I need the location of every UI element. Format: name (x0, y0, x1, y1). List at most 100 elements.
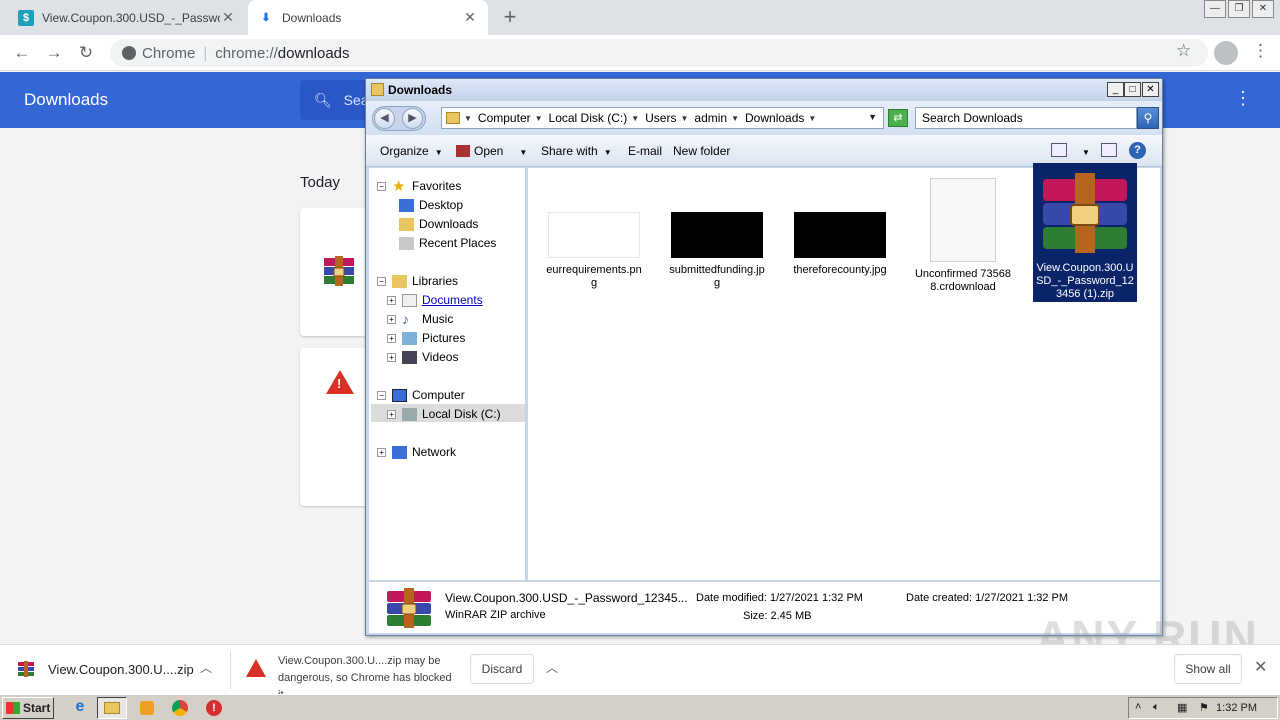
nav-favorites[interactable]: − ★ Favorites (377, 179, 461, 194)
close-button[interactable]: ✕ (1142, 82, 1159, 97)
chevron-down-icon[interactable]: ▼ (731, 114, 739, 123)
share-with-button[interactable]: Share with ▼ (541, 144, 612, 158)
close-icon[interactable]: ✕ (462, 9, 478, 26)
nav-computer[interactable]: − Computer (377, 388, 465, 402)
menu-icon[interactable]: ⋮ (1234, 88, 1252, 109)
nav-downloads[interactable]: Downloads (399, 217, 478, 231)
discard-button[interactable]: Discard (470, 654, 534, 684)
collapse-icon[interactable]: − (377, 181, 386, 191)
breadcrumb-item[interactable]: admin (694, 111, 727, 125)
history-dropdown-icon[interactable]: ▼ (868, 112, 877, 122)
maximize-button[interactable]: □ (1124, 82, 1141, 97)
tab-downloads[interactable]: ⬇ Downloads ✕ (248, 0, 488, 35)
file-item[interactable]: submittedfunding.jpg (665, 212, 769, 290)
flag-icon[interactable]: ⚑ (1199, 701, 1209, 714)
shelf-download-item[interactable]: View.Coupon.300.U....zip (18, 661, 194, 677)
nav-desktop[interactable]: Desktop (399, 198, 463, 212)
chevron-down-icon[interactable]: ▼ (464, 114, 472, 123)
address-bar[interactable]: Chrome | chrome:// downloads (110, 39, 1208, 67)
collapse-icon[interactable]: − (377, 390, 386, 400)
network-tray-icon[interactable]: ▦ (1177, 701, 1187, 714)
nav-local-disk[interactable]: + Local Disk (C:) (387, 407, 501, 421)
expand-icon[interactable]: + (387, 295, 396, 305)
chevron-down-icon[interactable]: ▼ (680, 114, 688, 123)
nav-libraries[interactable]: − Libraries (377, 274, 458, 288)
nav-recent-places[interactable]: Recent Places (399, 236, 496, 250)
nav-music[interactable]: + ♪ Music (387, 312, 453, 326)
chevron-down-icon[interactable]: ▼ (535, 114, 543, 123)
file-item[interactable]: Unconfirmed 735688.crdownload (911, 171, 1015, 294)
minimize-button[interactable]: — (1204, 0, 1226, 18)
chevron-up-icon[interactable]: ˄ (1135, 701, 1141, 713)
back-arrow-icon[interactable]: ◀ (374, 108, 395, 129)
expand-icon[interactable]: + (387, 314, 396, 324)
details-date-modified: Date modified: 1/27/2021 1:32 PM (696, 592, 863, 604)
expand-icon[interactable]: + (387, 352, 396, 362)
open-button[interactable]: Open ▼ (456, 144, 527, 158)
nav-label: Music (422, 312, 454, 326)
tab-coupon[interactable]: $ View.Coupon.300.USD_-_Password_ ✕ (8, 0, 246, 35)
winrar-icon (456, 145, 470, 157)
change-view-icon[interactable] (1051, 143, 1067, 157)
breadcrumb[interactable]: ▼ Computer ▼ Local Disk (C:) ▼ Users ▼ a… (441, 107, 884, 129)
organize-button[interactable]: Organize ▼ (380, 144, 443, 158)
explorer-taskbar-button[interactable] (97, 697, 127, 719)
nav-label: Libraries (412, 274, 459, 288)
nav-videos[interactable]: + Videos (387, 350, 458, 364)
star-icon[interactable]: ☆ (1176, 41, 1191, 61)
volume-icon[interactable]: 🔈︎ (1153, 701, 1160, 714)
breadcrumb-item[interactable]: Downloads (745, 111, 804, 125)
chevron-up-icon[interactable]: ︿ (546, 659, 558, 676)
nav-label: Local Disk (C:) (422, 407, 501, 421)
chevron-down-icon[interactable]: ▼ (1076, 144, 1090, 158)
media-player-icon[interactable] (137, 698, 157, 718)
forward-arrow-icon[interactable]: ▶ (402, 108, 423, 129)
search-icon[interactable]: ⚲ (1137, 107, 1159, 129)
minimize-button[interactable]: _ (1107, 82, 1124, 97)
file-item[interactable]: eurrequirements.png (542, 212, 646, 290)
back-arrow-icon[interactable]: ← (10, 41, 34, 65)
collapse-icon[interactable]: − (377, 276, 386, 286)
chevron-up-icon[interactable]: ︿ (200, 659, 212, 676)
expand-icon[interactable]: + (377, 447, 386, 457)
chevron-down-icon[interactable]: ▼ (631, 114, 639, 123)
reload-icon[interactable]: ↻ (74, 41, 98, 65)
nav-documents[interactable]: + Documents (387, 293, 483, 307)
menu-icon[interactable]: ⋮ (1252, 41, 1269, 61)
expand-icon[interactable]: + (387, 333, 396, 343)
help-icon[interactable]: ? (1129, 142, 1146, 159)
breadcrumb-item[interactable]: Local Disk (C:) (549, 111, 628, 125)
plus-icon[interactable]: + (498, 5, 522, 29)
download-card-blocked[interactable]: ! (300, 348, 370, 506)
close-icon[interactable]: ✕ (220, 9, 236, 26)
nav-network[interactable]: + Network (377, 445, 456, 459)
breadcrumb-item[interactable]: Users (645, 111, 676, 125)
download-card[interactable] (300, 208, 370, 336)
refresh-icon[interactable]: ⇄ (888, 109, 908, 127)
new-folder-button[interactable]: New folder (673, 144, 730, 158)
file-item[interactable]: thereforecounty.jpg (788, 212, 892, 277)
shelf-item-name: View.Coupon.300.U....zip (48, 661, 194, 677)
explorer-titlebar[interactable]: Downloads _ □ ✕ (366, 79, 1162, 101)
nav-pictures[interactable]: + Pictures (387, 331, 465, 345)
close-icon[interactable]: ✕ (1254, 657, 1267, 677)
chevron-down-icon[interactable]: ▼ (808, 114, 816, 123)
clock[interactable]: 1:32 PM (1216, 702, 1257, 714)
breadcrumb-item[interactable]: Computer (478, 111, 531, 125)
expand-icon[interactable]: + (387, 409, 396, 419)
restore-button[interactable]: ❐ (1228, 0, 1250, 18)
file-item-selected[interactable]: View.Coupon.300.USD_-_Password_123456 (1… (1033, 163, 1137, 302)
chrome-icon[interactable] (170, 698, 190, 718)
stop-icon[interactable]: ! (204, 698, 224, 718)
close-window-button[interactable]: ✕ (1252, 0, 1274, 18)
search-input[interactable]: Search Downloads (915, 107, 1137, 129)
email-button[interactable]: E-mail (628, 144, 662, 158)
show-all-button[interactable]: Show all (1174, 654, 1242, 684)
blank-file-icon (930, 178, 996, 262)
start-button[interactable]: Start (2, 697, 54, 719)
internet-explorer-icon[interactable]: e (70, 698, 90, 718)
forward-arrow-icon[interactable]: → (42, 41, 66, 65)
avatar[interactable] (1214, 41, 1238, 65)
windows-logo-icon (6, 702, 20, 714)
preview-pane-icon[interactable] (1101, 143, 1117, 157)
